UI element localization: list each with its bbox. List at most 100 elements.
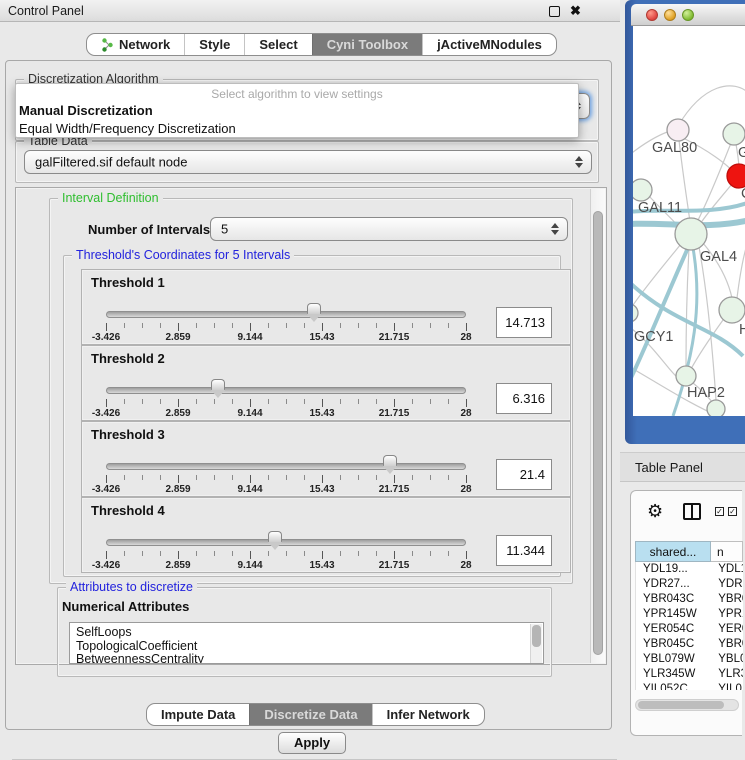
node-label: H <box>739 322 745 338</box>
slider-track[interactable] <box>106 387 466 394</box>
node-label: GAL11 <box>638 200 682 216</box>
threshold-4-panel: Threshold 4 -3.4262.8599.14415.4321.7152… <box>81 497 571 573</box>
scrollbar-thumb[interactable] <box>638 701 724 709</box>
threshold-3-value-field[interactable]: 21.4 <box>496 459 552 490</box>
network-node[interactable] <box>667 119 689 141</box>
node-label: G <box>738 145 745 161</box>
slider-tick-labels: -3.4262.8599.14415.4321.71528 <box>106 484 466 496</box>
tab-select[interactable]: Select <box>244 34 311 55</box>
control-panel-tabbar: Network Style Select Cyni Toolbox jActiv… <box>86 33 557 56</box>
table-data-group: Table Data galFiltered.sif default node <box>15 141 599 183</box>
table-row[interactable]: YDL19...YDL1 <box>636 562 743 577</box>
network-node[interactable] <box>707 400 725 416</box>
node-table: shared... n YDL19...YDL1 YDR27...YDR2 YB… <box>635 541 743 690</box>
settings-vertical-scrollbar[interactable] <box>590 189 605 663</box>
tab-style[interactable]: Style <box>184 34 244 55</box>
slider-ticks <box>106 475 466 483</box>
list-scrollbar[interactable] <box>530 624 542 664</box>
table-horizontal-scrollbar[interactable] <box>635 699 739 711</box>
table-row[interactable]: YBR043CYBR0 <box>636 592 743 607</box>
popup-item-equal-width[interactable]: Equal Width/Frequency Discretization <box>16 119 578 137</box>
table-row[interactable]: YER054CYER0 <box>636 622 743 637</box>
network-node[interactable] <box>633 304 638 322</box>
list-item[interactable]: TopologicalCoefficient <box>70 640 543 654</box>
table-row[interactable]: YBR045CYBR0 <box>636 637 743 652</box>
list-item[interactable]: BetweennessCentrality <box>70 653 543 664</box>
threshold-1-value-field[interactable]: 14.713 <box>496 307 552 338</box>
zoom-traffic-light-icon[interactable] <box>682 9 694 21</box>
list-item[interactable]: SelfLoops <box>70 623 543 640</box>
slider-tick-labels: -3.4262.8599.14415.4321.71528 <box>106 560 466 572</box>
network-node[interactable] <box>675 218 707 250</box>
threshold-4-label: Threshold 4 <box>91 503 165 518</box>
checkbox-icon[interactable]: ✓ <box>728 507 737 516</box>
threshold-2-label: Threshold 2 <box>91 351 165 366</box>
algorithm-dropdown-popup: Select algorithm to view settings Manual… <box>15 83 579 138</box>
split-columns-icon[interactable] <box>683 503 701 520</box>
network-node[interactable] <box>723 123 745 145</box>
tab-jactivemnodules[interactable]: jActiveMNodules <box>422 34 556 55</box>
node-label: GAL80 <box>652 140 697 156</box>
tab-cyni-toolbox[interactable]: Cyni Toolbox <box>312 34 422 55</box>
numerical-attributes-list[interactable]: SelfLoops TopologicalCoefficient Between… <box>69 622 544 664</box>
cyni-toolbox-panel: Discretization Algorithm Select algorith… <box>5 60 612 730</box>
table-row[interactable]: YDR27...YDR2 <box>636 577 743 592</box>
settings-scrollview: Interval Definition Number of Intervals … <box>15 187 607 665</box>
network-node[interactable] <box>676 366 696 386</box>
table-panel: ⚙ ✓ ✓ shared... n YDL19...YDL1 YDR27...Y… <box>630 490 742 736</box>
network-window-titlebar[interactable] <box>631 4 745 26</box>
network-icon <box>101 38 114 52</box>
slider-track[interactable] <box>106 539 466 546</box>
slider-thumb[interactable] <box>268 531 282 542</box>
threshold-1-label: Threshold 1 <box>91 275 165 290</box>
threshold-3-slider[interactable]: -3.4262.8599.14415.4321.71528 <box>106 453 466 495</box>
threshold-3-panel: Threshold 3 -3.4262.8599.14415.4321.7152… <box>81 421 571 497</box>
column-header-name[interactable]: n <box>711 541 743 562</box>
threshold-2-slider[interactable]: -3.4262.8599.14415.4321.71528 <box>106 377 466 419</box>
number-of-intervals-label: Number of Intervals <box>88 222 210 237</box>
table-row[interactable]: YLR345WYLR3 <box>636 667 743 682</box>
slider-thumb[interactable] <box>307 303 321 314</box>
interval-definition-group: Interval Definition Number of Intervals … <box>49 198 573 584</box>
table-row[interactable]: YIL052CYIL0 <box>636 682 743 690</box>
network-canvas[interactable]: GAL80 G C GAL11 GAL4 GCY1 H HAP2 <box>633 26 745 416</box>
slider-tick-labels: -3.4262.8599.14415.4321.71528 <box>106 408 466 420</box>
combo-arrows-icon <box>550 223 559 235</box>
popup-item-manual-discretization[interactable]: Manual Discretization <box>16 101 578 119</box>
slider-thumb[interactable] <box>383 455 397 466</box>
threshold-4-value-field[interactable]: 11.344 <box>496 535 552 566</box>
table-row[interactable]: YPR145WYPR1 <box>636 607 743 622</box>
node-label: C <box>741 186 745 202</box>
thresholds-group-title: Threshold's Coordinates for 5 Intervals <box>72 248 294 262</box>
minimize-traffic-light-icon[interactable] <box>664 9 676 21</box>
slider-ticks <box>106 551 466 559</box>
table-row[interactable]: YBL079WYBL0 <box>636 652 743 667</box>
scrollbar-thumb[interactable] <box>593 211 603 655</box>
slider-thumb[interactable] <box>211 379 225 390</box>
table-panel-title: Table Panel <box>635 460 703 475</box>
checkbox-icon[interactable]: ✓ <box>715 507 724 516</box>
slider-track[interactable] <box>106 463 466 470</box>
tab-impute-data[interactable]: Impute Data <box>147 704 249 725</box>
number-of-intervals-combobox[interactable]: 5 <box>210 217 568 241</box>
slider-tick-labels: -3.4262.8599.14415.4321.71528 <box>106 332 466 344</box>
tab-network[interactable]: Network <box>87 34 184 55</box>
close-icon[interactable]: ✖ <box>570 3 581 19</box>
tab-infer-network[interactable]: Infer Network <box>372 704 484 725</box>
network-node[interactable] <box>633 179 652 201</box>
float-window-icon[interactable] <box>549 6 560 17</box>
gear-icon[interactable]: ⚙ <box>647 502 663 520</box>
tab-discretize-data[interactable]: Discretize Data <box>249 704 371 725</box>
network-node[interactable] <box>719 297 745 323</box>
slider-track[interactable] <box>106 311 466 318</box>
threshold-2-value-field[interactable]: 6.316 <box>496 383 552 414</box>
column-header-shared-name[interactable]: shared... <box>635 541 711 562</box>
threshold-1-slider[interactable]: -3.4262.8599.14415.4321.71528 <box>106 301 466 343</box>
threshold-4-slider[interactable]: -3.4262.8599.14415.4321.71528 <box>106 529 466 571</box>
table-data-combobox[interactable]: galFiltered.sif default node <box>24 150 592 174</box>
close-traffic-light-icon[interactable] <box>646 9 658 21</box>
table-header-row: shared... n <box>635 541 743 562</box>
network-node-selected[interactable] <box>727 164 745 188</box>
thresholds-group: Threshold's Coordinates for 5 Intervals … <box>63 255 561 577</box>
apply-button[interactable]: Apply <box>278 732 346 754</box>
